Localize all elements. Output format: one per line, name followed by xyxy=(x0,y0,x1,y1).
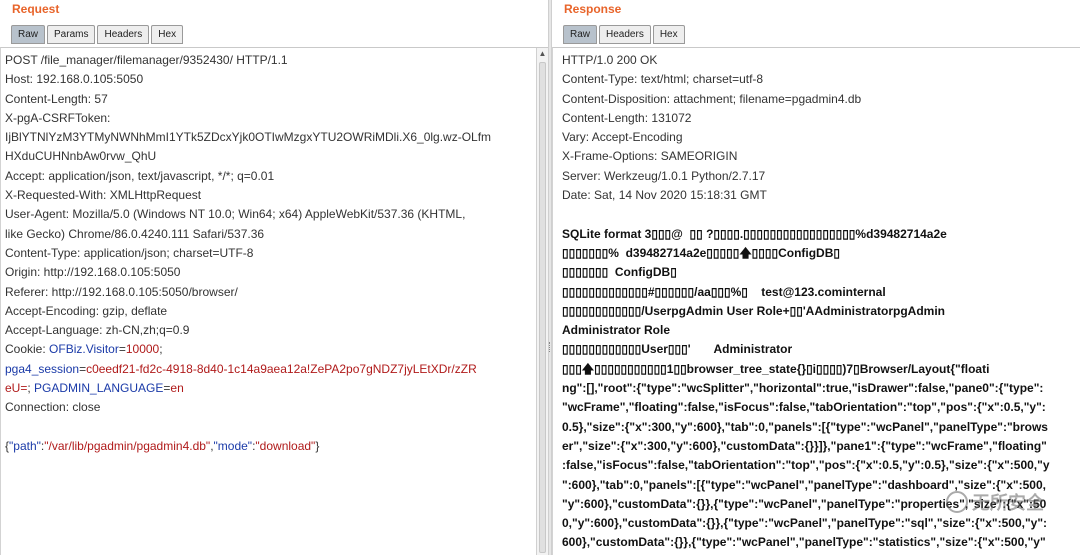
response-pane: Response Raw Headers Hex HTTP/1.0 200 OK… xyxy=(552,0,1080,555)
request-line: POST /file_manager/filemanager/9352430/ … xyxy=(5,53,288,67)
request-line: Content-Type: application/json; charset=… xyxy=(5,245,254,260)
response-body-line: 600},"customData":{}},{"type":"wcPanel",… xyxy=(562,535,1046,550)
json-value: "/var/lib/pgadmin/pgadmin4.db" xyxy=(44,438,211,453)
splitter-grip-icon[interactable] xyxy=(549,342,551,352)
wechat-logo-icon xyxy=(946,491,968,513)
request-tab-raw[interactable]: Raw xyxy=(11,25,46,44)
request-line: HXduCUHNnbAw0rvw_QhU xyxy=(5,149,157,164)
response-header-line: Content-Type: text/html; charset=utf-8 xyxy=(562,72,764,87)
cookie-value: eU= xyxy=(5,381,28,396)
response-body-line: ng":[],"root":{"type":"wcSplitter","hori… xyxy=(562,381,1044,396)
response-body-line: ▯▯▯▯▯▯▯% d39482714a2e▯▯▯▯▯🡅▯▯▯▯ConfigDB▯ xyxy=(562,245,840,260)
request-title: Request xyxy=(12,2,60,16)
cookie-prefix: Cookie: xyxy=(5,342,50,357)
json-value: "download" xyxy=(255,438,316,453)
request-line: X-pgA-CSRFToken: xyxy=(5,110,111,125)
response-body-line: :false,"isFocus":false,"tabOrientation":… xyxy=(562,458,1050,473)
request-line: Referer: http://192.168.0.105:5050/brows… xyxy=(5,284,238,299)
response-tab-hex[interactable]: Hex xyxy=(652,25,685,44)
response-body-line: ▯▯▯▯▯▯▯ ConfigDB▯ xyxy=(562,265,677,280)
request-pane: Request Raw Params Headers Hex POST /fil… xyxy=(0,0,548,555)
request-tab-headers[interactable]: Headers xyxy=(97,25,150,44)
response-body-line: Administrator Role xyxy=(562,323,671,338)
request-body: {"path":"/var/lib/pgadmin/pgadmin4.db","… xyxy=(5,437,548,456)
request-scrollbar[interactable]: ▲ xyxy=(536,48,548,555)
json-brace: } xyxy=(315,438,320,453)
response-body-line: "wcFrame","floating":false,"isFocus":fal… xyxy=(562,400,1046,415)
response-body-line: ▯▯▯🡅▯▯▯▯▯▯▯▯▯▯▯1▯▯browser_tree_state{}▯i… xyxy=(562,361,990,376)
response-title: Response xyxy=(564,2,622,16)
cookie-eq: = xyxy=(118,342,126,357)
request-line: IjBlYTNlYzM3YTMyNWNhMmI1YTk5ZDcxYjk0OTIw… xyxy=(5,130,492,145)
cookie-name: PGADMIN_LANGUAGE xyxy=(34,381,164,396)
response-header-line: Content-Length: 131072 xyxy=(562,110,692,125)
request-line: X-Requested-With: XMLHttpRequest xyxy=(5,188,202,203)
response-header-line: Content-Disposition: attachment; filenam… xyxy=(562,91,862,106)
response-body-line: er","size":{"x":300,"y":600},"customData… xyxy=(562,438,1047,453)
response-tabs: Raw Headers Hex xyxy=(552,20,1080,44)
cookie-sep: ; xyxy=(159,342,163,357)
response-header-line: X-Frame-Options: SAMEORIGIN xyxy=(562,149,738,164)
response-tab-headers[interactable]: Headers xyxy=(599,25,651,44)
response-header-line: HTTP/1.0 200 OK xyxy=(562,53,658,67)
response-tab-raw[interactable]: Raw xyxy=(563,25,598,44)
request-line: Connection: close xyxy=(5,400,101,415)
response-body-line: ▯▯▯▯▯▯▯▯▯▯▯▯User▯▯▯' Administrator xyxy=(562,342,793,357)
watermark-text: 无所安全 xyxy=(972,493,1044,513)
request-text[interactable]: POST /file_manager/filemanager/9352430/ … xyxy=(1,48,548,456)
cookie-value: en xyxy=(170,381,184,396)
response-body-line: SQLite format 3▯▯▯@ ▯▯ ?▯▯▯▯.▯▯▯▯▯▯▯▯▯▯▯… xyxy=(562,226,947,241)
response-editor[interactable]: HTTP/1.0 200 OK Content-Type: text/html;… xyxy=(552,47,1080,555)
request-tab-hex[interactable]: Hex xyxy=(151,25,184,44)
request-line: Origin: http://192.168.0.105:5050 xyxy=(5,265,181,280)
response-text[interactable]: HTTP/1.0 200 OK Content-Type: text/html;… xyxy=(553,48,1080,553)
response-body-line: ▯▯▯▯▯▯▯▯▯▯▯▯/UserpgAdmin User Role+▯▯'AA… xyxy=(562,303,946,318)
cookie-name: OFBiz.Visitor xyxy=(49,342,119,357)
request-line: Host: 192.168.0.105:5050 xyxy=(5,72,144,87)
cookie-line: Cookie: OFBiz.Visitor=10000; xyxy=(5,340,548,359)
cookie-line: pga4_session=c0eedf21-fd2c-4918-8d40-1c1… xyxy=(5,360,548,379)
cookie-name: pga4_session xyxy=(5,361,80,376)
cookie-value: c0eedf21-fd2c-4918-8d40-1c14a9aea12a!ZeP… xyxy=(86,361,477,376)
json-key: "path" xyxy=(9,438,41,453)
request-line: like Gecko) Chrome/86.0.4240.111 Safari/… xyxy=(5,226,265,241)
request-line: Accept: application/json, text/javascrip… xyxy=(5,168,275,183)
response-body-line: ▯▯▯▯▯▯▯▯▯▯▯▯▯#▯▯▯▯▯▯/aa▯▯▯%▯ test@123.co… xyxy=(562,284,886,299)
request-line: Accept-Encoding: gzip, deflate xyxy=(5,303,168,318)
response-body-line: 0,"y":600},"customData":{}},{"type":"wcP… xyxy=(562,516,1048,531)
scroll-up-icon[interactable]: ▲ xyxy=(537,48,548,60)
scroll-thumb[interactable] xyxy=(539,62,546,553)
request-line: User-Agent: Mozilla/5.0 (Windows NT 10.0… xyxy=(5,207,466,222)
response-header-line: Vary: Accept-Encoding xyxy=(562,130,683,145)
request-line: Content-Length: 57 xyxy=(5,91,108,106)
request-tabs: Raw Params Headers Hex xyxy=(0,20,548,44)
request-line: Accept-Language: zh-CN,zh;q=0.9 xyxy=(5,323,190,338)
response-body-line: 0.5},"size":{"x":300,"y":600},"tab":0,"p… xyxy=(562,419,1048,434)
response-header-line: Server: Werkzeug/1.0.1 Python/2.7.17 xyxy=(562,168,766,183)
watermark: 无所安全 xyxy=(946,489,1044,515)
cookie-value: 10000 xyxy=(125,342,160,357)
cookie-line: eU=; PGADMIN_LANGUAGE=en xyxy=(5,379,548,398)
json-key: "mode" xyxy=(213,438,253,453)
request-editor[interactable]: POST /file_manager/filemanager/9352430/ … xyxy=(0,47,548,555)
response-header-line: Date: Sat, 14 Nov 2020 15:18:31 GMT xyxy=(562,188,767,203)
request-tab-params[interactable]: Params xyxy=(47,25,96,44)
